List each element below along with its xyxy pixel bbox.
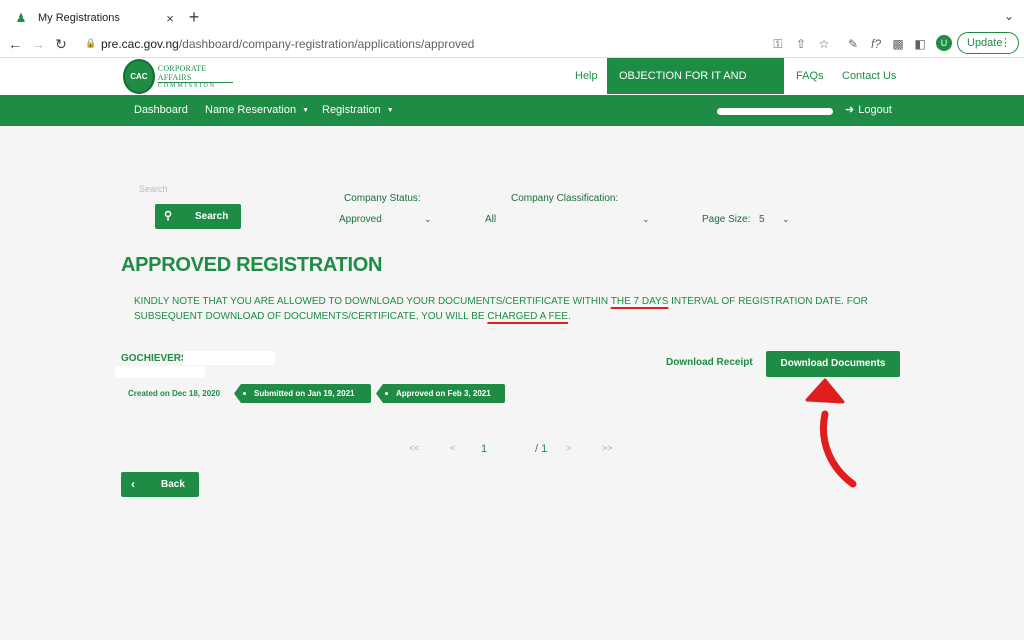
tab-title: My Registrations <box>38 12 120 24</box>
url-path: /dashboard/company-registration/applicat… <box>178 37 475 51</box>
logout-label: Logout <box>858 104 892 116</box>
page-title: APPROVED REGISTRATION <box>121 254 383 276</box>
browser-tab[interactable]: ♟ My Registrations × <box>8 6 178 30</box>
key-icon[interactable]: ⚿ <box>770 36 786 52</box>
url-field[interactable]: pre.cac.gov.ng/dashboard/company-registr… <box>101 36 474 52</box>
new-tab-button[interactable]: + <box>184 7 204 27</box>
redaction-block <box>115 366 205 378</box>
chevron-down-icon[interactable]: ⌄ <box>424 214 432 225</box>
update-button[interactable]: Update ⋮ <box>957 32 1019 54</box>
reload-icon[interactable]: ↻ <box>52 35 70 53</box>
redaction-block <box>183 351 275 365</box>
logout-icon: ➜ <box>845 104 855 116</box>
search-input[interactable]: Search <box>139 184 168 194</box>
pagination-prev[interactable]: < <box>450 443 455 453</box>
chevron-down-icon[interactable]: ⌄ <box>1004 9 1014 23</box>
created-date: Created on Dec 18, 2020 <box>128 389 221 398</box>
nav-contact-us[interactable]: Contact Us <box>842 58 896 94</box>
forward-icon[interactable]: → <box>29 35 47 53</box>
company-name: GOCHIEVERS <box>121 353 188 364</box>
back-icon[interactable]: ← <box>6 35 24 53</box>
cac-logo[interactable]: CAC CORPORATE AFFAIRS COMMISSION <box>123 58 233 94</box>
notice-text-1: KINDLY NOTE THAT YOU ARE ALLOWED TO DOWN… <box>134 296 611 307</box>
back-button-label: Back <box>161 479 185 490</box>
notice-text-3: . <box>567 311 571 322</box>
download-documents-button[interactable]: Download Documents <box>766 351 900 377</box>
sidebar-icon[interactable]: ◧ <box>912 36 928 52</box>
pagination-next[interactable]: > <box>566 443 571 453</box>
company-status-label: Company Status: <box>344 193 421 204</box>
chevron-down-icon[interactable]: ⌄ <box>782 214 790 225</box>
nav-faqs[interactable]: FAQs <box>796 58 824 94</box>
pagination-current-page[interactable]: 1 <box>481 443 487 455</box>
back-button[interactable]: ‹ Back <box>121 472 199 497</box>
search-button[interactable]: ⚲ Search <box>155 204 241 229</box>
company-classification-label: Company Classification: <box>511 193 619 204</box>
cac-seal: CAC <box>123 58 155 94</box>
caret-down-icon: ▼ <box>386 107 394 114</box>
menu-name-reservation[interactable]: Name Reservation ▼ <box>205 95 309 126</box>
favicon-icon: ♟ <box>15 11 27 25</box>
download-receipt-link[interactable]: Download Receipt <box>666 357 753 368</box>
approved-tag: Approved on Feb 3, 2021 <box>376 384 505 403</box>
puzzle-icon[interactable]: ▩ <box>890 36 906 52</box>
profile-avatar[interactable]: U <box>936 35 952 51</box>
search-button-label: Search <box>195 211 229 222</box>
menu-dashboard[interactable]: Dashboard <box>134 95 188 126</box>
pagination-first[interactable]: << <box>409 443 420 453</box>
browser-tab-bar: ♟ My Registrations × + ⌄ <box>0 0 1024 34</box>
page-size-select[interactable]: 5 <box>759 214 765 225</box>
menu-registration[interactable]: Registration ▼ <box>322 95 394 126</box>
search-icon: ⚲ <box>164 210 173 222</box>
pagination-last[interactable]: >> <box>602 443 613 453</box>
close-tab-icon[interactable]: × <box>162 11 178 26</box>
address-bar: ← → ↻ 🔒 pre.cac.gov.ng/dashboard/company… <box>0 30 1024 58</box>
redacted-user-name <box>717 108 833 115</box>
download-notice: KINDLY NOTE THAT YOU ARE ALLOWED TO DOWN… <box>134 294 894 324</box>
annotation-arrow-icon <box>805 378 857 488</box>
more-icon: ⋮ <box>1000 37 1011 49</box>
formula-extension-icon[interactable]: f? <box>868 36 884 52</box>
caret-down-icon: ▼ <box>302 107 310 114</box>
page-size-label: Page Size: <box>702 214 751 225</box>
logout-link[interactable]: ➜ Logout <box>845 95 892 126</box>
extension-icon[interactable]: ✎ <box>845 36 861 52</box>
notice-highlight-fee: CHARGED A FEE <box>487 311 568 322</box>
chevron-left-icon: ‹ <box>131 477 135 491</box>
update-label: Update <box>967 37 1003 49</box>
site-header: CAC CORPORATE AFFAIRS COMMISSION Help OB… <box>0 58 1024 118</box>
nav-help[interactable]: Help <box>575 58 598 94</box>
lock-icon[interactable]: 🔒 <box>85 37 96 49</box>
logo-line2: COMMISSION <box>157 82 217 89</box>
menu-registration-label: Registration <box>322 104 381 116</box>
nav-objection[interactable]: OBJECTION FOR IT AND LTD/GTE <box>607 58 784 118</box>
submitted-tag: Submitted on Jan 19, 2021 <box>234 384 371 403</box>
star-icon[interactable]: ☆ <box>816 36 832 52</box>
share-icon[interactable]: ⇧ <box>793 36 809 52</box>
menu-name-reservation-label: Name Reservation <box>205 104 297 116</box>
url-host: pre.cac.gov.ng <box>101 37 179 51</box>
company-status-select[interactable]: Approved <box>339 214 382 225</box>
chevron-down-icon[interactable]: ⌄ <box>642 214 650 225</box>
logo-text: CORPORATE AFFAIRS COMMISSION <box>157 64 233 89</box>
notice-highlight-7-days: THE 7 DAYS <box>610 296 669 307</box>
logo-line1: CORPORATE AFFAIRS <box>157 64 233 83</box>
pagination-total: / 1 <box>535 443 548 455</box>
company-classification-select[interactable]: All <box>485 214 496 225</box>
